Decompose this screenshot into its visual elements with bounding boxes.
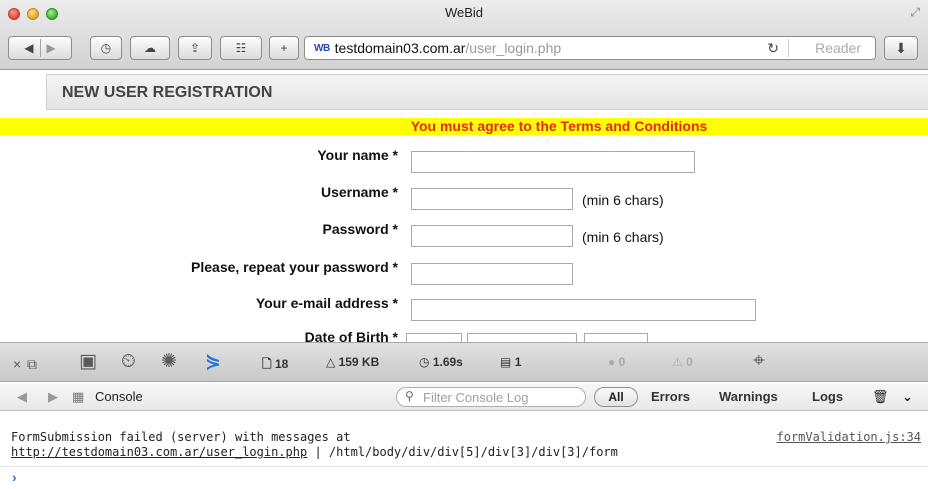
filter-errors-button[interactable]: Errors	[651, 389, 690, 404]
console-tab-label[interactable]: Console	[95, 389, 143, 404]
dob-day-select[interactable]: ▲	[406, 333, 462, 342]
dob-month-select[interactable]: ▲	[467, 333, 577, 342]
console-log-entry: FormSubmission failed (server) with mess…	[11, 430, 921, 460]
resources-icon[interactable]: ▣	[79, 352, 97, 372]
downloads-button[interactable]: ⬇	[884, 36, 918, 60]
resources-count: 18	[275, 357, 289, 371]
size-stat[interactable]: △ 159 KB	[326, 355, 379, 369]
clock-icon: ◷	[419, 355, 430, 369]
error-count-stat[interactable]: ● 0	[608, 355, 625, 369]
password-label: Password *	[322, 221, 398, 237]
load-time-value: 1.69s	[432, 355, 463, 369]
timelines-icon[interactable]: ⏲	[121, 352, 136, 372]
load-time-stat[interactable]: ◷ 1.69s	[419, 355, 463, 369]
email-input[interactable]	[411, 299, 756, 321]
back-icon[interactable]: ◀	[24, 41, 33, 55]
password-input[interactable]	[411, 225, 573, 247]
filter-logs-button[interactable]: Logs	[812, 389, 843, 404]
reading-list-button[interactable]: ☷	[220, 36, 262, 60]
forward-icon[interactable]: ▶	[47, 41, 56, 55]
plus-icon: +	[280, 41, 288, 55]
console-filter-input[interactable]: ⚲ Filter Console Log	[396, 387, 586, 407]
nav-forward-icon[interactable]: ▶	[48, 389, 58, 405]
log-divider	[0, 466, 928, 467]
nav-back-icon[interactable]: ◀	[17, 389, 27, 405]
download-icon: ⬇	[895, 39, 907, 56]
undock-icon[interactable]: ⧉	[27, 354, 37, 374]
address-domain: testdomain03.com.ar	[334, 40, 466, 56]
size-value: 159 KB	[338, 355, 380, 369]
name-input[interactable]	[411, 151, 695, 173]
window-title: WeBid	[444, 5, 484, 20]
repeat-password-input[interactable]	[411, 263, 573, 285]
window-titlebar: WeBid ⤢ ◀ ▶ ◷ ☁ ⇪ ☷ + WB testdomain03.co…	[0, 0, 928, 70]
filter-warnings-button[interactable]: Warnings	[719, 389, 778, 404]
reload-icon[interactable]: ↻	[767, 40, 779, 57]
form-row-email: Your e-mail address *	[0, 293, 928, 321]
site-favicon-icon: WB	[314, 42, 330, 54]
clear-log-icon[interactable]: 🗑	[872, 389, 889, 405]
inspect-element-icon[interactable]: ⌖	[753, 350, 765, 371]
username-input[interactable]	[411, 188, 573, 210]
history-button[interactable]: ◷	[90, 36, 122, 60]
warning-icon: ⚠	[672, 355, 683, 369]
form-row-username: Username * (min 6 chars)	[0, 182, 928, 210]
form-row-password: Password * (min 6 chars)	[0, 219, 928, 247]
devtools-toolbar: × ⧉ ▣ ⏲ ✺ ⋟ 🗋 18 △ 159 KB ◷ 1.69s ▤ 1 ● …	[0, 342, 928, 382]
email-label: Your e-mail address *	[255, 295, 398, 311]
address-bar[interactable]: WB testdomain03.com.ar /user_login.php ↻…	[304, 36, 876, 60]
form-row-dob: Date of Birth * ▲ ▲	[0, 327, 928, 342]
console-navigation-bar: ◀ ▶ ▦ Console ⚲ Filter Console Log All E…	[0, 383, 928, 411]
log-count-value: 1	[514, 355, 522, 369]
dob-label: Date of Birth *	[304, 329, 398, 342]
cloud-icon: ☁	[144, 41, 156, 55]
username-hint: (min 6 chars)	[582, 192, 664, 208]
address-path: /user_login.php	[465, 40, 562, 56]
form-row-repeat-password: Please, repeat your password *	[0, 257, 928, 285]
search-icon: ⚲	[405, 389, 414, 403]
log-xpath: | /html/body/div/div[5]/div[3]/div[3]/fo…	[307, 445, 618, 459]
warning-count-value: 0	[686, 355, 693, 369]
error-icon: ●	[608, 355, 616, 369]
weight-icon: △	[326, 355, 336, 369]
resources-count-stat[interactable]: 🗋 18	[262, 355, 288, 376]
dob-year-input[interactable]	[584, 333, 648, 342]
message-icon: ▤	[500, 355, 512, 369]
log-count-stat[interactable]: ▤ 1	[500, 355, 521, 369]
console-prompt-icon[interactable]: ›	[12, 469, 17, 485]
console-log-area: FormSubmission failed (server) with mess…	[0, 412, 928, 489]
reader-button[interactable]: Reader	[815, 40, 861, 56]
fullscreen-icon[interactable]: ⤢	[910, 5, 920, 20]
log-source-link[interactable]: formValidation.js:34	[777, 430, 922, 445]
new-tab-button[interactable]: +	[269, 36, 299, 60]
debugger-icon[interactable]: ✺	[161, 352, 177, 372]
document-icon: 🗋	[262, 357, 272, 371]
expand-chevron-icon[interactable]: ⌄	[902, 389, 913, 405]
console-tab-icon[interactable]: ⋟	[205, 352, 221, 372]
form-row-name: Your name *	[0, 145, 928, 173]
log-url-link[interactable]: http://testdomain03.com.ar/user_login.ph…	[11, 445, 307, 459]
page-title: NEW USER REGISTRATION	[46, 74, 928, 110]
username-label: Username *	[320, 184, 398, 200]
page-viewport: NEW USER REGISTRATION You must agree to …	[0, 71, 928, 342]
icloud-tabs-button[interactable]: ☁	[130, 36, 170, 60]
close-icon[interactable]: ×	[13, 354, 21, 374]
share-button[interactable]: ⇪	[178, 36, 212, 60]
password-hint: (min 6 chars)	[582, 229, 664, 245]
filter-all-button[interactable]: All	[594, 387, 638, 407]
filter-placeholder: Filter Console Log	[423, 390, 529, 405]
error-count-value: 0	[618, 355, 626, 369]
error-message: You must agree to the Terms and Conditio…	[0, 118, 928, 135]
console-tab-glyph-icon: ▦	[72, 389, 85, 404]
reading-list-icon: ☷	[235, 41, 247, 55]
name-label: Your name *	[317, 147, 398, 163]
repeat-password-label: Please, repeat your password *	[191, 259, 398, 275]
share-icon: ⇪	[189, 41, 201, 55]
warning-count-stat[interactable]: ⚠ 0	[672, 355, 693, 369]
history-icon: ◷	[100, 41, 112, 55]
back-forward-buttons[interactable]: ◀ ▶	[8, 36, 72, 60]
